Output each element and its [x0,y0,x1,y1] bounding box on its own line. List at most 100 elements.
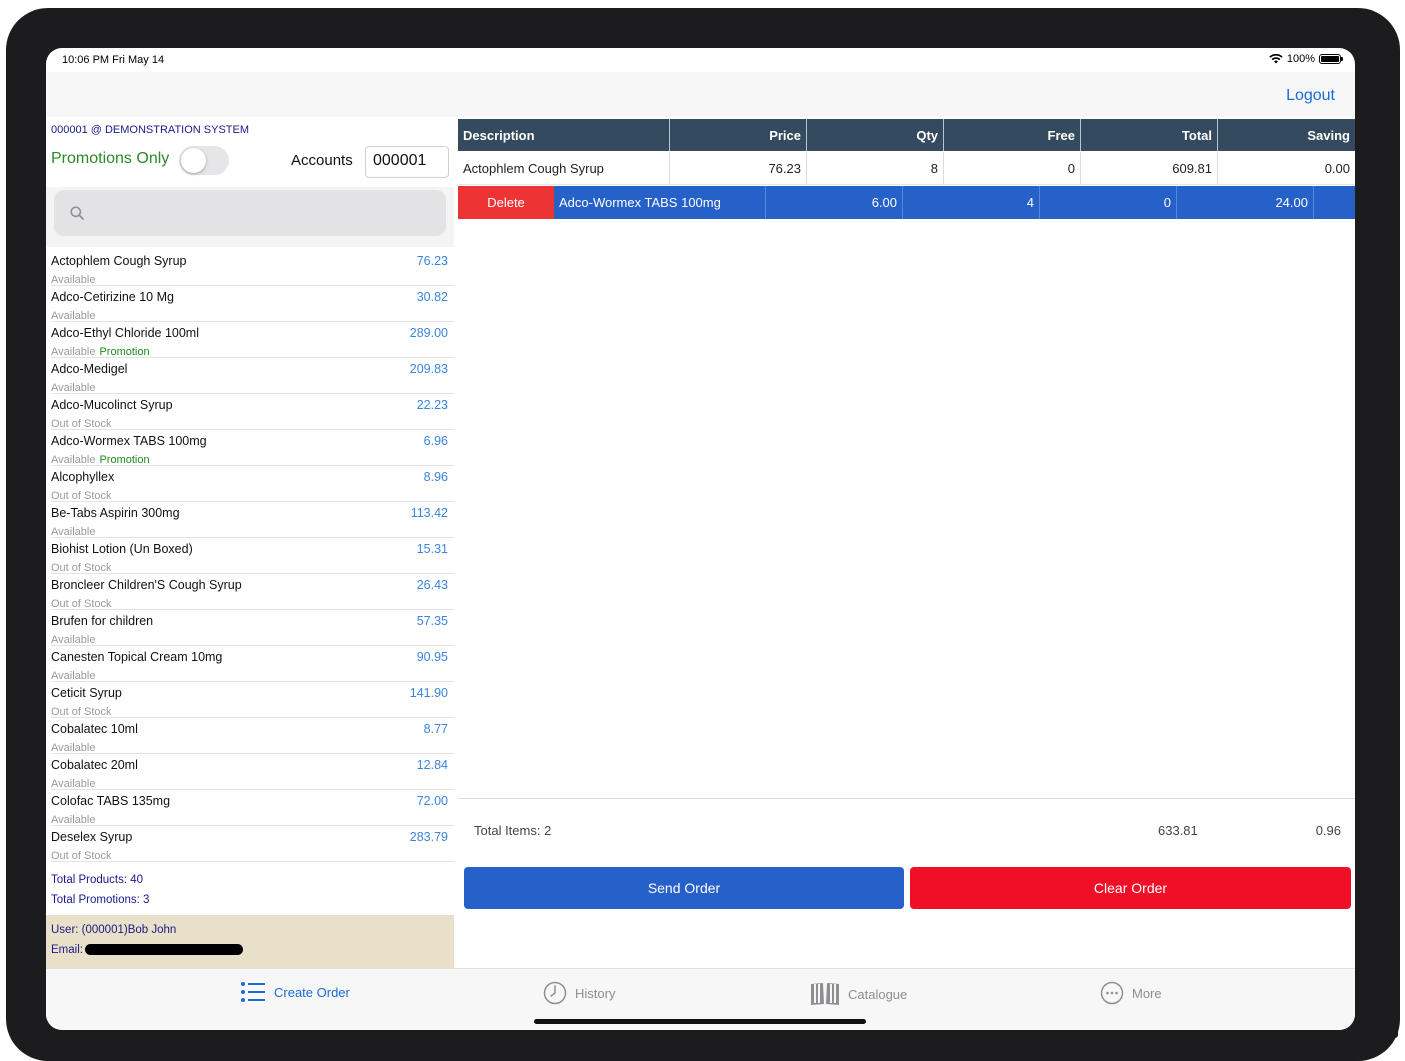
product-item[interactable]: Be-Tabs Aspirin 300mg 113.42 Available [51,502,454,538]
tab-history[interactable]: History [543,981,615,1005]
product-price: 6.96 [423,434,448,448]
tab-more[interactable]: More [1100,981,1162,1005]
product-name: Deselex Syrup [51,830,133,844]
promotions-only-toggle[interactable] [179,146,229,175]
email-label: Email: [51,944,83,956]
summary-divider [458,798,1355,799]
product-name: Brufen for children [51,614,154,628]
stock-status: Available [51,526,96,538]
product-item[interactable]: Deselex Syrup 283.79 Out of Stock [51,826,454,862]
order-row[interactable]: Actophlem Cough Syrup 76.23 8 0 609.81 0… [458,152,1355,185]
product-name: Alcophyllex [51,470,115,484]
product-name: Be-Tabs Aspirin 300mg [51,506,180,520]
clear-order-button[interactable]: Clear Order [910,867,1351,909]
status-indicators: 100% [1269,53,1343,65]
wifi-icon [1269,54,1283,64]
order-cell-total: 24.00 [1177,186,1314,219]
product-status: Available Promotion [51,346,150,358]
stock-status: Available [51,454,96,466]
toggle-knob [181,148,206,173]
product-item[interactable]: Canesten Topical Cream 10mg 90.95 Availabl… [51,646,454,682]
home-indicator [534,1019,866,1024]
product-name: Adco-Wormex TABS 100mg [51,434,207,448]
clock-icon [543,981,567,1005]
stock-status: Out of Stock [51,850,112,862]
redacted-email [84,944,243,956]
tab-create-order[interactable]: Create Order [240,981,350,1003]
col-price: Price [670,119,807,151]
product-item[interactable]: Broncleer Children'S Cough Syrup 26.43 Out… [51,574,454,610]
stock-status: Out of Stock [51,598,112,610]
product-item[interactable]: Biohist Lotion (Un Boxed) 15.31 Out of Sto… [51,538,454,574]
product-item[interactable]: Adco-Cetirizine 10 Mg 30.82 Available [51,286,454,322]
logout-button[interactable]: Logout [1286,87,1335,105]
order-cell-free[interactable]: 0 [944,152,1081,184]
order-cell-qty[interactable]: 4 [903,186,1040,219]
user-info: User: (000001)Bob John Email: [46,915,454,968]
product-item[interactable]: Brufen for children 57.35 Available [51,610,454,646]
delete-button[interactable]: Delete [458,186,554,219]
nav-bar: Logout [46,72,1355,117]
stock-status: Available [51,814,96,826]
stock-status: Out of Stock [51,706,112,718]
product-item[interactable]: Alcophyllex 8.96 Out of Stock [51,466,454,502]
product-name: Adco-Ethyl Chloride 100ml [51,326,199,340]
stock-status: Available [51,310,96,322]
product-item[interactable]: Colofac TABS 135mg 72.00 Available [51,790,454,826]
product-price: 12.84 [416,758,448,772]
product-price: 90.95 [416,650,448,664]
product-name: Biohist Lotion (Un Boxed) [51,542,193,556]
search-input[interactable] [54,190,446,236]
system-title: 000001 @ DEMONSTRATION SYSTEM [51,124,250,136]
order-cell-qty[interactable]: 8 [807,152,944,184]
order-row-swiped[interactable]: Delete Adco-Wormex TABS 100mg 6.00 4 0 2… [458,186,1355,219]
product-status: Out of Stock [51,598,112,610]
product-item[interactable]: Cobalatec 20ml 12.84 Available [51,754,454,790]
product-name: Adco-Mucolinct Syrup [51,398,173,412]
product-item[interactable]: Adco-Ethyl Chloride 100ml 289.00 Available… [51,322,454,358]
filter-row: Promotions Only Accounts 000001 [51,146,451,180]
product-status: Available [51,814,95,826]
status-time: 10:06 PM Fri May 14 [62,54,165,66]
product-price: 57.35 [416,614,448,628]
product-status: Out of Stock [51,850,112,862]
search-bar [46,187,454,247]
product-item[interactable]: Actophlem Cough Syrup 76.23 Available [51,250,454,286]
product-price: 26.43 [416,578,448,592]
tab-label: Create Order [274,984,350,1000]
product-status: Available [51,634,95,646]
product-name: Adco-Cetirizine 10 Mg [51,290,174,304]
total-items: Total Items: 2 [474,823,552,838]
promotion-badge: Promotion [99,454,150,466]
col-description: Description [458,119,670,151]
product-price: 141.90 [409,686,448,700]
order-cell-description: Adco-Wormex TABS 100mg [554,186,766,219]
product-price: 22.23 [416,398,448,412]
order-cell-free[interactable]: 0 [1040,186,1177,219]
product-status: Available [51,670,95,682]
tab-label: History [575,985,616,1001]
stock-status: Out of Stock [51,418,112,430]
product-status: Available [51,310,95,322]
col-qty: Qty [807,119,944,151]
status-bar: 10:06 PM Fri May 14 100% [46,48,1355,72]
product-item[interactable]: Ceticit Syrup 141.90 Out of Stock [51,682,454,718]
product-price: 8.77 [423,722,448,736]
stock-status: Available [51,274,96,286]
product-item[interactable]: Adco-Medigel 209.83 Available [51,358,454,394]
stock-status: Available [51,346,96,358]
product-name: Ceticit Syrup [51,686,122,700]
battery-percent: 100% [1286,53,1315,65]
accounts-field[interactable]: 000001 [365,146,449,178]
product-item[interactable]: Adco-Mucolinct Syrup 22.23 Out of Stock [51,394,454,430]
product-status: Available Promotion [51,454,150,466]
product-name: Actophlem Cough Syrup [51,254,187,268]
book-icon [811,983,839,1005]
send-order-button[interactable]: Send Order [464,867,904,909]
stock-status: Out of Stock [51,490,112,502]
order-panel: Description Price Qty Free Total Saving … [458,117,1355,968]
product-item[interactable]: Adco-Wormex TABS 100mg 6.96 Available Promo… [51,430,454,466]
product-item[interactable]: Cobalatec 10ml 8.77 Available [51,718,454,754]
tab-catalogue[interactable]: Catalogue [810,981,907,1007]
user-line: User: (000001)Bob John [51,924,177,936]
